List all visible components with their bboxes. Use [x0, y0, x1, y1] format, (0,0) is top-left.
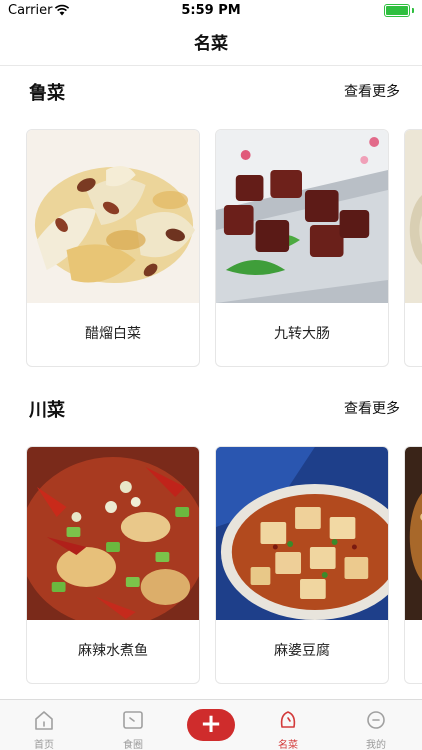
dish-card[interactable] [404, 129, 422, 367]
tab-label: 食圈 [123, 740, 143, 750]
famous-dish-icon [280, 711, 296, 728]
status-bar: Carrier 5:59 PM [0, 0, 422, 22]
section-title: 川菜 [29, 400, 65, 421]
tab-bar: 首页 食圈 + 名菜 我的 [0, 699, 422, 750]
see-more-button[interactable]: 查看更多 [344, 398, 400, 418]
dish-image-boiled-fish [27, 447, 199, 620]
home-icon [35, 711, 53, 730]
dish-name: 麻婆豆腐 [274, 643, 330, 659]
tab-home[interactable]: 首页 [2, 700, 86, 750]
dish-card[interactable]: 麻辣水煮鱼 [26, 446, 200, 684]
tab-profile[interactable]: 我的 [334, 700, 418, 750]
section-lu-cuisine: 鲁菜 查看更多 醋熘白菜 九转大肠 [0, 67, 422, 367]
section-title: 鲁菜 [29, 83, 65, 104]
dish-image-intestines [216, 130, 388, 303]
tab-label: 我的 [366, 740, 386, 750]
add-button[interactable]: + [187, 709, 235, 741]
dish-image-cabbage [27, 130, 199, 303]
dish-name: 麻辣水煮鱼 [78, 643, 148, 659]
battery-icon [384, 4, 414, 17]
dish-name: 九转大肠 [274, 326, 330, 342]
dish-image-partial [405, 130, 422, 303]
dish-card[interactable]: 麻婆豆腐 [215, 446, 389, 684]
navigation-bar: 名菜 [0, 22, 422, 66]
profile-icon [367, 711, 385, 729]
battery-fill [386, 6, 408, 15]
dish-image-partial [405, 447, 422, 620]
tab-label: 名菜 [278, 740, 298, 750]
plus-icon: + [200, 709, 222, 739]
see-more-button[interactable]: 查看更多 [344, 81, 400, 101]
status-time: 5:59 PM [181, 3, 241, 18]
page-title: 名菜 [194, 34, 228, 54]
dish-name: 醋熘白菜 [85, 326, 141, 342]
dish-card[interactable]: 醋熘白菜 [26, 129, 200, 367]
section-sichuan-cuisine: 川菜 查看更多 麻辣水煮鱼 麻婆豆腐 [0, 384, 422, 699]
tab-label: 首页 [34, 740, 54, 750]
tab-food-circle[interactable]: 食圈 [91, 700, 175, 750]
dish-image-mapo-tofu [216, 447, 388, 620]
dish-category-list[interactable]: 鲁菜 查看更多 醋熘白菜 九转大肠 川菜 查看更多 麻辣水煮鱼 麻婆豆腐 [0, 67, 422, 699]
dish-card[interactable] [404, 446, 422, 684]
circle-feed-icon [123, 711, 143, 729]
tab-famous-dishes[interactable]: 名菜 [246, 700, 330, 750]
dish-card[interactable]: 九转大肠 [215, 129, 389, 367]
